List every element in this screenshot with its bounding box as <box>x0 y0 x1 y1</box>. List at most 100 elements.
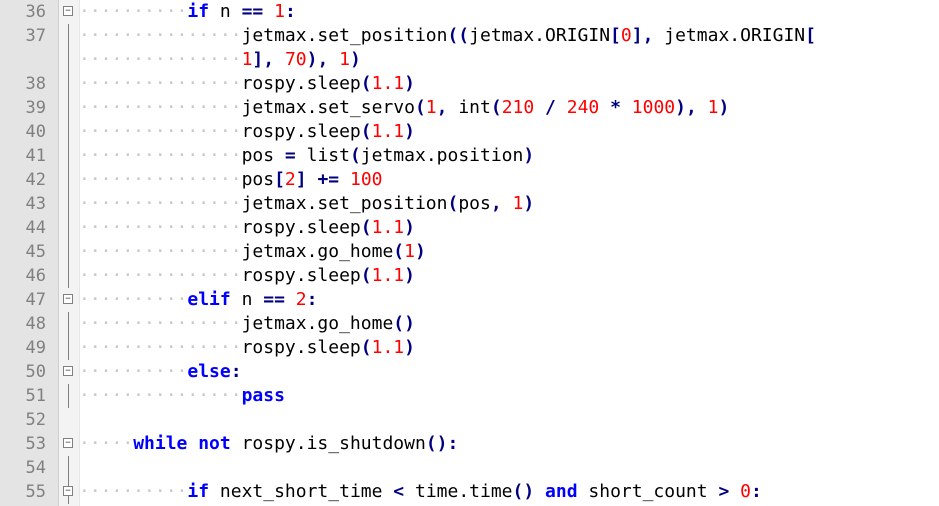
code-line[interactable]: 39 ···············jetmax.set_servo(1, int… <box>0 96 939 120</box>
code-line[interactable]: 42 ···············pos[2] += 100 <box>0 168 939 192</box>
line-number: 48 <box>25 314 46 334</box>
code-token: 1.1 <box>371 337 405 358</box>
line-number: 38 <box>25 74 46 94</box>
line-number: 55 <box>25 482 46 502</box>
line-number: 50 <box>25 362 46 382</box>
code-token: [ <box>610 25 621 46</box>
code-token: pos <box>241 169 275 190</box>
code-token: next_short_time <box>209 481 394 502</box>
line-number: 54 <box>25 458 46 478</box>
code-token: 1 <box>707 97 719 118</box>
line-number: 49 <box>25 338 46 358</box>
code-token: pos <box>458 193 491 214</box>
code-token: rospy.sleep <box>241 73 361 94</box>
indent-guide: ··············· <box>79 145 242 166</box>
code-line[interactable]: 55 − ··········if next_short_time < time.t… <box>0 480 939 504</box>
code-line[interactable]: 48 ···············jetmax.go_home() <box>0 312 939 336</box>
code-text: ··········if next_short_time < time.time… <box>79 480 762 504</box>
code-token: 240 <box>566 97 600 118</box>
code-token: ], <box>252 49 275 70</box>
indent-guide: ·········· <box>79 289 188 310</box>
code-line[interactable]: 44 ···············rospy.sleep(1.1) <box>0 216 939 240</box>
code-token: ) <box>404 73 415 94</box>
code-line[interactable]: 41 ···············pos = list(jetmax.posit… <box>0 144 939 168</box>
code-token: if <box>187 481 210 502</box>
code-token: == <box>241 1 264 22</box>
code-token: short_count <box>577 481 719 502</box>
code-token: ( <box>447 193 459 214</box>
code-token: , <box>490 193 502 214</box>
code-token: 1.1 <box>371 217 405 238</box>
code-token: 1.1 <box>371 121 405 142</box>
code-token: jetmax.set_position <box>241 193 448 214</box>
fold-toggle-icon[interactable]: − <box>63 294 73 304</box>
code-token: n <box>209 1 242 22</box>
code-token: rospy.sleep <box>241 121 361 142</box>
code-token: ) <box>414 241 426 262</box>
indent-guide: ·········· <box>79 1 188 22</box>
fold-toggle-icon[interactable]: − <box>63 486 73 496</box>
code-line[interactable]: 47 − ··········elif n == 2: <box>0 288 939 312</box>
code-token: ], <box>631 25 654 46</box>
code-text: ··········if n == 1: <box>79 0 296 24</box>
code-token: 1000 <box>631 97 676 118</box>
code-token: ] <box>295 169 307 190</box>
code-token: ), <box>306 49 329 70</box>
indent-guide: ··············· <box>79 265 242 286</box>
code-line[interactable]: 40 ···············rospy.sleep(1.1) <box>0 120 939 144</box>
code-token: ( <box>490 97 502 118</box>
code-token: jetmax.go_home <box>241 313 394 334</box>
indent-guide: ··············· <box>79 385 242 406</box>
code-token: < <box>393 481 405 502</box>
code-text: ···············1], 70), 1) <box>79 48 361 72</box>
fold-toggle-icon[interactable]: − <box>63 438 73 448</box>
code-token: rospy.sleep <box>241 337 361 358</box>
code-text: ···············jetmax.set_servo(1, int(2… <box>79 96 729 120</box>
code-line[interactable]: 54 <box>0 456 939 480</box>
code-lines[interactable]: 36− ··········if n == 1: 37 ···············… <box>0 0 939 504</box>
fold-toggle-icon[interactable]: − <box>63 366 73 376</box>
code-text: ···············pass <box>79 384 285 408</box>
code-token: 1 <box>241 49 253 70</box>
line-number: 46 <box>25 266 46 286</box>
code-token: rospy.sleep <box>241 217 361 238</box>
code-line[interactable]: 51 ···············pass <box>0 384 939 408</box>
code-line[interactable]: 53 − ·····while not rospy.is_shutdown(): <box>0 432 939 456</box>
code-token: ( <box>360 121 372 142</box>
code-line[interactable]: 52 <box>0 408 939 432</box>
code-line[interactable]: 50 − ··········else: <box>0 360 939 384</box>
code-line[interactable]: 43 ···············jetmax.set_position(pos… <box>0 192 939 216</box>
code-line[interactable]: 37 ···············jetmax.set_position((je… <box>0 24 939 48</box>
code-token: 2 <box>284 169 296 190</box>
code-token: > <box>718 481 730 502</box>
code-line[interactable]: 36 − ··········if n == 1: <box>0 0 939 24</box>
code-token: ) <box>404 121 415 142</box>
code-token: ) <box>718 97 730 118</box>
line-number: 52 <box>25 410 46 430</box>
indent-guide: ·········· <box>79 481 188 502</box>
code-token: += <box>317 169 340 190</box>
code-line[interactable]: 49 ···············rospy.sleep(1.1) <box>0 336 939 360</box>
fold-toggle-icon[interactable]: − <box>63 6 73 16</box>
code-token: ) <box>404 265 415 286</box>
code-line[interactable]: 38 ···············rospy.sleep(1.1) <box>0 72 939 96</box>
code-token: [ <box>805 25 816 46</box>
code-token: ) <box>404 337 415 358</box>
code-token: jetmax.go_home <box>241 241 394 262</box>
code-editor[interactable]: 36− ··········if n == 1: 37 ···············… <box>0 0 939 506</box>
code-line[interactable]: 46 ···············rospy.sleep(1.1) <box>0 264 939 288</box>
line-number: 39 <box>25 98 46 118</box>
code-line[interactable]: ···············1], 70), 1) <box>0 48 939 72</box>
code-token: 1 <box>425 97 437 118</box>
indent-guide: ··············· <box>79 49 242 70</box>
code-line[interactable]: 45 ···············jetmax.go_home(1) <box>0 240 939 264</box>
code-token: = <box>284 145 296 166</box>
line-number: 36 <box>25 2 46 22</box>
